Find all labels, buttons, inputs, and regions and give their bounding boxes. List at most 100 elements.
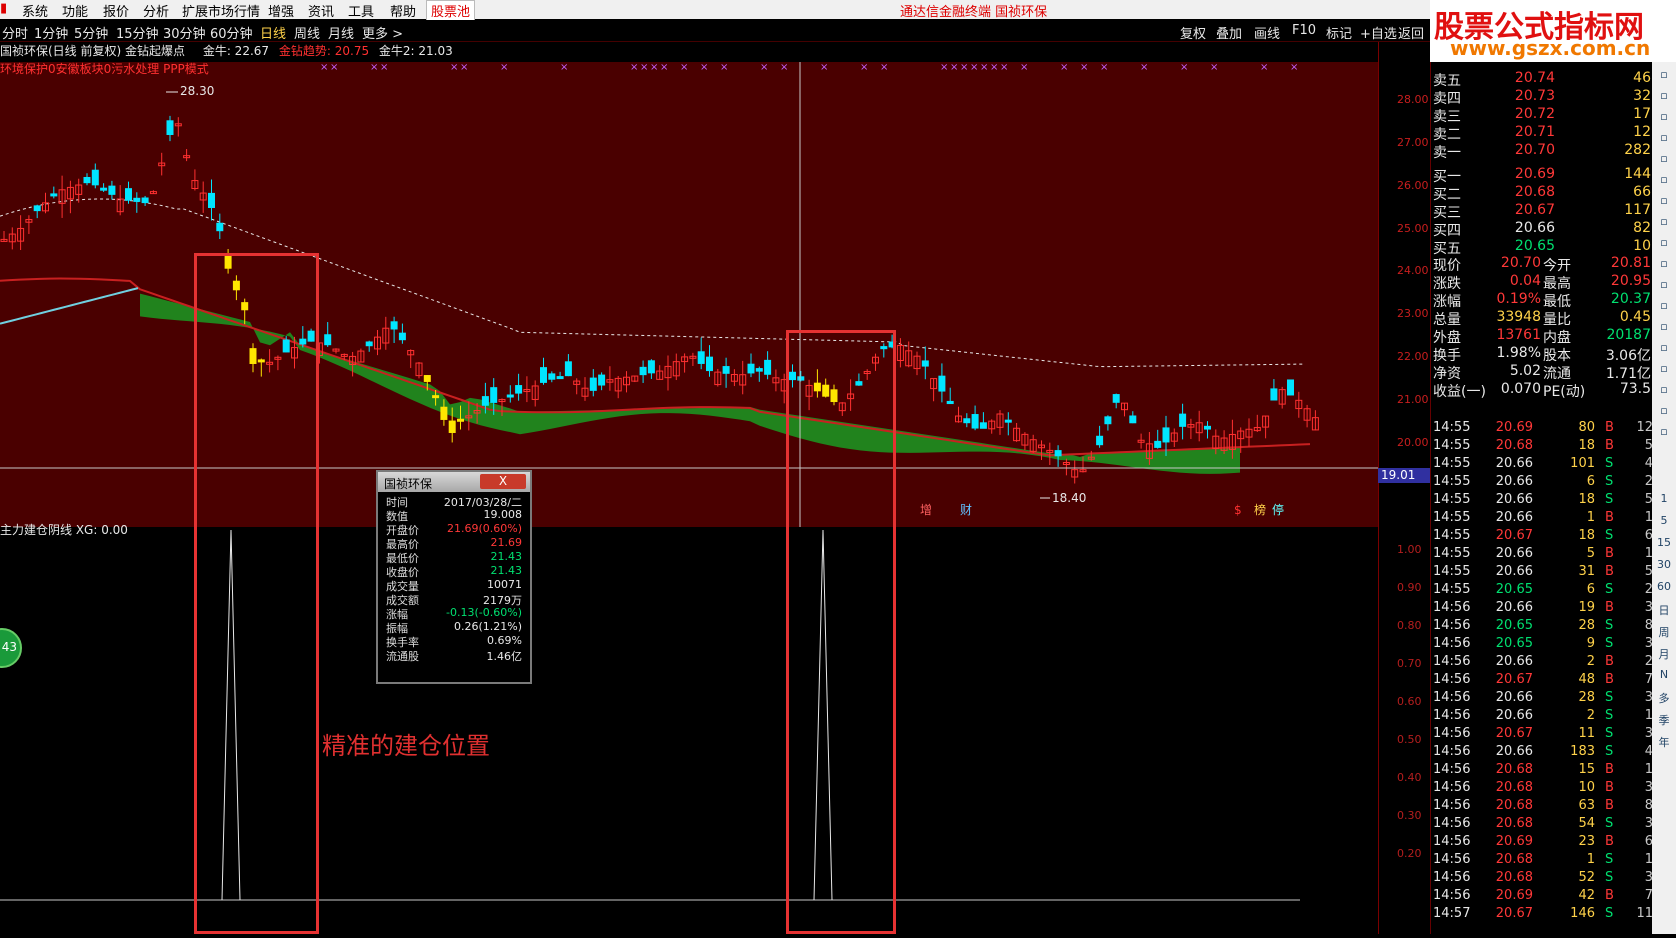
tick-direction: S: [1605, 726, 1614, 741]
period-shortcut[interactable]: 60: [1655, 580, 1673, 598]
tick-row[interactable]: 14:55 20.69 80 B 12: [1431, 420, 1653, 438]
period-shortcut[interactable]: N: [1655, 668, 1673, 686]
bid-label: 买四: [1433, 223, 1461, 239]
add-watchlist-button[interactable]: +自选: [1360, 23, 1397, 42]
tick-row[interactable]: 14:55 20.66 5 B 1: [1431, 546, 1653, 564]
tick-row[interactable]: 14:56 20.68 15 B 1: [1431, 762, 1653, 780]
list-icon[interactable]: ▫: [1655, 299, 1673, 317]
tick-row[interactable]: 14:56 20.66 2 B 2: [1431, 654, 1653, 672]
tick-volume: 52: [1578, 870, 1595, 885]
overlay-button[interactable]: 叠加: [1216, 23, 1242, 42]
pencil-icon[interactable]: ▫: [1655, 383, 1673, 401]
tick-row[interactable]: 14:56 20.68 1 S 1: [1431, 852, 1653, 870]
f10-button[interactable]: F10: [1292, 23, 1316, 38]
period-shortcut[interactable]: 周: [1655, 624, 1673, 642]
tick-direction: S: [1605, 744, 1614, 759]
f10-icon[interactable]: ▫: [1655, 194, 1673, 212]
nav-icon[interactable]: ▫: [1655, 362, 1673, 380]
period-shortcut[interactable]: 多: [1655, 690, 1673, 708]
book-icon[interactable]: ▫: [1655, 215, 1673, 233]
tick-row[interactable]: 14:56 20.68 10 B 3: [1431, 780, 1653, 798]
popup-titlebar[interactable]: 国祯环保 X: [378, 472, 530, 492]
menu-item-system[interactable]: 系统: [22, 1, 48, 20]
popup-close-button[interactable]: X: [480, 474, 526, 489]
period-15min[interactable]: 15分钟: [116, 23, 159, 42]
sector-tags: 环境保护0安徽板块0污水处理 PPP模式: [0, 62, 209, 76]
tick-row[interactable]: 14:55 20.68 18 B 5: [1431, 438, 1653, 456]
grid-icon[interactable]: ▫: [1655, 173, 1673, 191]
period-30min[interactable]: 30分钟: [163, 23, 206, 42]
app-icon[interactable]: ▮: [0, 1, 7, 16]
tick-row[interactable]: 14:56 20.66 19 B 3: [1431, 600, 1653, 618]
period-monthly[interactable]: 月线: [328, 23, 354, 42]
tick-row[interactable]: 14:56 20.65 9 S 3: [1431, 636, 1653, 654]
period-intraday[interactable]: 分时: [2, 23, 28, 42]
period-shortcut[interactable]: 5: [1655, 514, 1673, 532]
menu-item-function[interactable]: 功能: [62, 1, 88, 20]
period-shortcut[interactable]: 季: [1655, 712, 1673, 730]
stat-value: 1.71亿: [1605, 366, 1651, 382]
tick-row[interactable]: 14:56 20.66 183 S 4: [1431, 744, 1653, 762]
period-5min[interactable]: 5分钟: [74, 23, 108, 42]
rsi-icon[interactable]: ▫: [1655, 320, 1673, 338]
menu-item-news[interactable]: 资讯: [308, 1, 334, 20]
period-shortcut[interactable]: 日: [1655, 602, 1673, 620]
gear-icon[interactable]: ▫: [1655, 236, 1673, 254]
period-shortcut[interactable]: 1: [1655, 492, 1673, 510]
chart-icon[interactable]: ▫: [1655, 131, 1673, 149]
info-icon[interactable]: ▫: [1655, 404, 1673, 422]
tick-row[interactable]: 14:56 20.68 52 S 3: [1431, 870, 1653, 888]
site-watermark: 股票公式指标网 www.gszx.com.cn: [1430, 0, 1676, 62]
period-daily[interactable]: 日线: [260, 23, 286, 42]
menu-item-ext-market[interactable]: 扩展市场行情: [182, 1, 260, 20]
menu-item-quote[interactable]: 报价: [103, 1, 129, 20]
tick-row[interactable]: 14:56 20.67 48 B 7: [1431, 672, 1653, 690]
mark-button[interactable]: 标记: [1326, 23, 1352, 42]
calc-icon[interactable]: ▫: [1655, 278, 1673, 296]
tick-row[interactable]: 14:56 20.68 63 B 8: [1431, 798, 1653, 816]
period-60min[interactable]: 60分钟: [210, 23, 253, 42]
tick-row[interactable]: 14:55 20.66 101 S 4: [1431, 456, 1653, 474]
bar-icon[interactable]: ▫: [1655, 152, 1673, 170]
menu-item-enhance[interactable]: 增强: [268, 1, 294, 20]
tick-count: 6: [1644, 528, 1653, 543]
tick-row[interactable]: 14:56 20.66 2 S 1: [1431, 708, 1653, 726]
period-shortcut[interactable]: 月: [1655, 646, 1673, 664]
table-icon[interactable]: ▫: [1655, 110, 1673, 128]
tick-row[interactable]: 14:56 20.65 28 S 8: [1431, 618, 1653, 636]
period-more[interactable]: 更多 >: [362, 23, 403, 42]
layout-icon[interactable]: ▫: [1655, 425, 1673, 443]
back-button[interactable]: 返回: [1398, 23, 1424, 42]
period-shortcut[interactable]: 15: [1655, 536, 1673, 554]
menu-item-analysis[interactable]: 分析: [143, 1, 169, 20]
tick-row[interactable]: 14:55 20.66 18 S 5: [1431, 492, 1653, 510]
period-shortcut[interactable]: 年: [1655, 734, 1673, 752]
window-icon[interactable]: ▫: [1655, 89, 1673, 107]
menu-item-help[interactable]: 帮助: [390, 1, 416, 20]
tick-row[interactable]: 14:55 20.66 6 S 2: [1431, 474, 1653, 492]
zoom-icon[interactable]: ▫: [1655, 68, 1673, 86]
tick-row[interactable]: 14:56 20.68 54 S 3: [1431, 816, 1653, 834]
popup-row: 成交额 2179万: [378, 592, 528, 607]
period-shortcut[interactable]: 30: [1655, 558, 1673, 576]
tick-row[interactable]: 14:56 20.69 23 B 6: [1431, 834, 1653, 852]
tick-row[interactable]: 14:57 20.67 146 S 11: [1431, 906, 1653, 924]
tick-row[interactable]: 14:55 20.66 1 B 1: [1431, 510, 1653, 528]
tick-row[interactable]: 14:55 20.65 6 S 2: [1431, 582, 1653, 600]
tick-row[interactable]: 14:55 20.67 18 S 6: [1431, 528, 1653, 546]
x-icon[interactable]: ▫: [1655, 341, 1673, 359]
menu-item-tools[interactable]: 工具: [348, 1, 374, 20]
bar-info-popup[interactable]: 国祯环保 X 时间 2017/03/28/二 数值 19.008 开盘价 21.69(0.…: [376, 470, 532, 684]
tick-row[interactable]: 14:55 20.66 31 B 5: [1431, 564, 1653, 582]
tick-row[interactable]: 14:56 20.69 42 B 7: [1431, 888, 1653, 906]
stock-pool-button[interactable]: 股票池: [426, 0, 476, 21]
period-1min[interactable]: 1分钟: [34, 23, 68, 42]
period-weekly[interactable]: 周线: [294, 23, 320, 42]
tick-row[interactable]: 14:56 20.67 11 S 3: [1431, 726, 1653, 744]
zoom-out-icon[interactable]: ▫: [1655, 257, 1673, 275]
draw-line-button[interactable]: 画线: [1254, 23, 1280, 42]
fuquan-button[interactable]: 复权: [1180, 23, 1206, 42]
tick-time: 14:56: [1433, 798, 1471, 813]
stat-value: 5.02: [1509, 363, 1541, 379]
tick-row[interactable]: 14:56 20.66 28 S 3: [1431, 690, 1653, 708]
